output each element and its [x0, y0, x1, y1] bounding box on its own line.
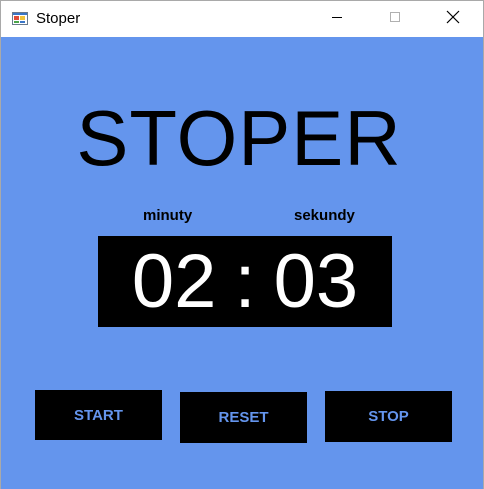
- reset-button-label: RESET: [218, 409, 269, 426]
- maximize-icon: [389, 10, 401, 28]
- minimize-icon: [331, 10, 343, 28]
- app-window-icon: [12, 10, 28, 26]
- minimize-button[interactable]: [314, 1, 360, 37]
- minutes-label: minuty: [143, 207, 193, 224]
- start-button-label: START: [74, 406, 123, 424]
- time-display: 02 : 03: [98, 236, 392, 327]
- time-separator: :: [234, 239, 256, 324]
- window-title: Stoper: [36, 10, 81, 27]
- app-client-area: STOPER minuty sekundy 02 : 03 START RESE…: [1, 37, 483, 489]
- app-window: Stoper STOPER minuty sekundy 02: 03 STA…: [0, 0, 484, 489]
- start-button[interactable]: START: [35, 390, 162, 440]
- stop-button-label: STOP: [368, 408, 409, 425]
- reset-button[interactable]: RESET: [180, 392, 307, 443]
- time-readout: 02 : 03: [132, 236, 358, 327]
- close-button[interactable]: [430, 1, 476, 37]
- title-bar[interactable]: Stoper: [1, 1, 483, 37]
- seconds-label: sekundy: [294, 207, 355, 224]
- app-heading: STOPER: [76, 94, 402, 182]
- stop-button[interactable]: STOP: [325, 391, 452, 442]
- seconds-value: 03: [273, 239, 359, 324]
- maximize-button[interactable]: [372, 1, 418, 37]
- minutes-value: 02: [131, 239, 217, 324]
- close-icon: [446, 10, 460, 29]
